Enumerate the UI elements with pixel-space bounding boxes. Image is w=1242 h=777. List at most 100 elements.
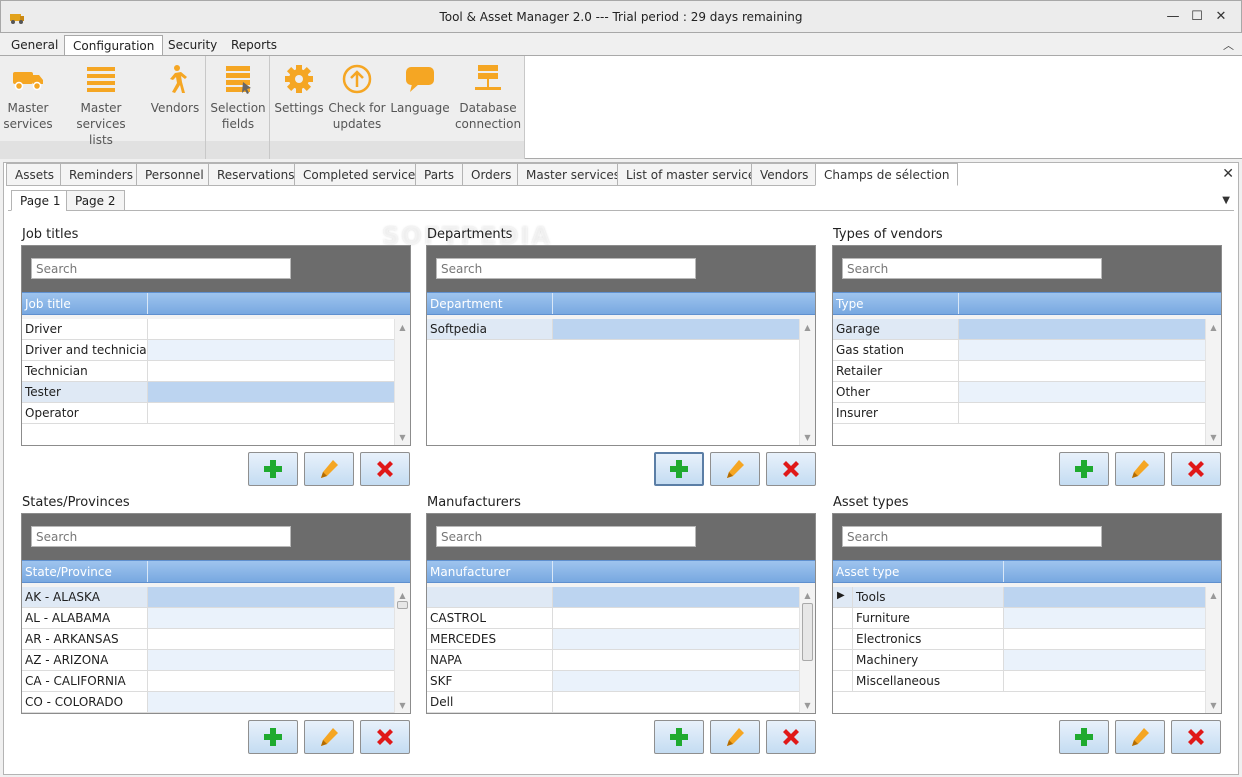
tab-assets[interactable]: Assets	[6, 163, 64, 186]
delete-button[interactable]	[1171, 720, 1221, 754]
column-header[interactable]: Job title	[25, 297, 71, 311]
scroll-thumb[interactable]	[397, 601, 408, 609]
add-button[interactable]	[654, 720, 704, 754]
close-tab-icon[interactable]: ✕	[1222, 166, 1234, 182]
table-row-selected[interactable]: ▶ Tools	[833, 587, 1221, 608]
table-row-selected[interactable]	[427, 587, 815, 608]
edit-button[interactable]	[1115, 452, 1165, 486]
minimize-button[interactable]: —	[1161, 6, 1185, 28]
vendors-button[interactable]: Vendors	[148, 60, 202, 116]
delete-button[interactable]	[1171, 452, 1221, 486]
scroll-up-icon[interactable]: ▲	[1206, 591, 1221, 600]
maximize-button[interactable]: ☐	[1185, 6, 1209, 28]
tab-personnel[interactable]: Personnel	[136, 163, 213, 186]
menu-tab-reports[interactable]: Reports	[223, 35, 285, 56]
menu-tab-general[interactable]: General	[3, 35, 66, 56]
scroll-up-icon[interactable]: ▲	[1206, 323, 1221, 332]
tab-completed-services[interactable]: Completed services	[294, 163, 431, 186]
scroll-down-icon[interactable]: ▼	[395, 701, 410, 710]
tab-list-of-master-services[interactable]: List of master services	[617, 163, 771, 186]
language-button[interactable]: Language	[390, 60, 450, 116]
search-input[interactable]	[842, 258, 1102, 279]
add-button[interactable]	[1059, 720, 1109, 754]
table-row[interactable]: AL - ALABAMA	[22, 608, 410, 629]
add-button[interactable]	[248, 452, 298, 486]
master-services-lists-button[interactable]: Master services lists	[58, 60, 144, 148]
tab-reservations[interactable]: Reservations	[208, 163, 304, 186]
table-row[interactable]: Retailer	[833, 361, 1221, 382]
scroll-thumb[interactable]	[802, 603, 813, 661]
close-window-button[interactable]: ✕	[1209, 6, 1233, 28]
menu-tab-security[interactable]: Security	[160, 35, 225, 56]
tab-reminders[interactable]: Reminders	[60, 163, 142, 186]
table-row[interactable]: CO - COLORADO	[22, 692, 410, 713]
tab-parts[interactable]: Parts	[415, 163, 463, 186]
column-header[interactable]: Manufacturer	[430, 565, 510, 579]
add-button[interactable]	[654, 452, 704, 486]
search-input[interactable]	[436, 526, 696, 547]
scroll-down-icon[interactable]: ▼	[395, 433, 410, 442]
table-row[interactable]: NAPA	[427, 650, 815, 671]
vertical-scrollbar[interactable]: ▲ ▼	[1205, 587, 1221, 713]
search-input[interactable]	[436, 258, 696, 279]
column-header[interactable]: State/Province	[25, 565, 112, 579]
settings-button[interactable]: Settings	[273, 60, 325, 116]
table-row[interactable]: Insurer	[833, 403, 1221, 424]
tab-master-services[interactable]: Master services	[517, 163, 630, 186]
table-row[interactable]: SKF	[427, 671, 815, 692]
add-button[interactable]	[248, 720, 298, 754]
delete-button[interactable]	[766, 720, 816, 754]
table-row[interactable]: Furniture	[833, 608, 1221, 629]
table-row[interactable]: Dell	[427, 692, 815, 713]
table-row[interactable]: AR - ARKANSAS	[22, 629, 410, 650]
tab-page-2[interactable]: Page 2	[66, 190, 125, 211]
database-connection-button[interactable]: Database connection	[454, 60, 522, 132]
edit-button[interactable]	[304, 720, 354, 754]
delete-button[interactable]	[360, 720, 410, 754]
table-row[interactable]: Driver	[22, 319, 410, 340]
edit-button[interactable]	[710, 720, 760, 754]
collapse-ribbon-button[interactable]: ︿	[1223, 37, 1234, 53]
table-row[interactable]: Machinery	[833, 650, 1221, 671]
scroll-up-icon[interactable]: ▲	[395, 591, 410, 600]
check-for-updates-button[interactable]: Check for updates	[328, 60, 386, 132]
table-row[interactable]: Electronics	[833, 629, 1221, 650]
column-header[interactable]: Asset type	[836, 565, 899, 579]
vertical-scrollbar[interactable]: ▲ ▼	[799, 587, 815, 713]
table-row-selected[interactable]: AK - ALASKA	[22, 587, 410, 608]
tab-vendors[interactable]: Vendors	[751, 163, 818, 186]
tab-page-1[interactable]: Page 1	[11, 190, 70, 211]
selection-fields-button[interactable]: Selection fields	[210, 60, 266, 132]
vertical-scrollbar[interactable]: ▲ ▼	[394, 587, 410, 713]
scroll-down-icon[interactable]: ▼	[1206, 433, 1221, 442]
table-row-selected[interactable]: Garage	[833, 319, 1221, 340]
scroll-down-icon[interactable]: ▼	[1206, 701, 1221, 710]
master-services-button[interactable]: Master services	[3, 60, 53, 132]
table-row[interactable]: Driver and technician	[22, 340, 410, 361]
table-row[interactable]: Gas station	[833, 340, 1221, 361]
delete-button[interactable]	[766, 452, 816, 486]
menu-tab-configuration[interactable]: Configuration	[64, 35, 164, 57]
table-row[interactable]: Operator	[22, 403, 410, 424]
table-row[interactable]: Technician	[22, 361, 410, 382]
page-dropdown-icon[interactable]: ▼	[1222, 195, 1230, 206]
column-header[interactable]: Type	[836, 297, 864, 311]
scroll-up-icon[interactable]: ▲	[800, 323, 815, 332]
vertical-scrollbar[interactable]: ▲ ▼	[394, 319, 410, 445]
table-row[interactable]: CA - CALIFORNIA	[22, 671, 410, 692]
edit-button[interactable]	[304, 452, 354, 486]
vertical-scrollbar[interactable]: ▲ ▼	[1205, 319, 1221, 445]
edit-button[interactable]	[1115, 720, 1165, 754]
edit-button[interactable]	[710, 452, 760, 486]
scroll-up-icon[interactable]: ▲	[395, 323, 410, 332]
add-button[interactable]	[1059, 452, 1109, 486]
column-header[interactable]: Department	[430, 297, 503, 311]
scroll-down-icon[interactable]: ▼	[800, 433, 815, 442]
table-row[interactable]: CASTROL	[427, 608, 815, 629]
table-row-selected[interactable]: Softpedia	[427, 319, 815, 340]
table-row[interactable]: MERCEDES	[427, 629, 815, 650]
search-input[interactable]	[31, 258, 291, 279]
table-row[interactable]: Other	[833, 382, 1221, 403]
table-row-selected[interactable]: Tester	[22, 382, 410, 403]
scroll-up-icon[interactable]: ▲	[800, 591, 815, 600]
